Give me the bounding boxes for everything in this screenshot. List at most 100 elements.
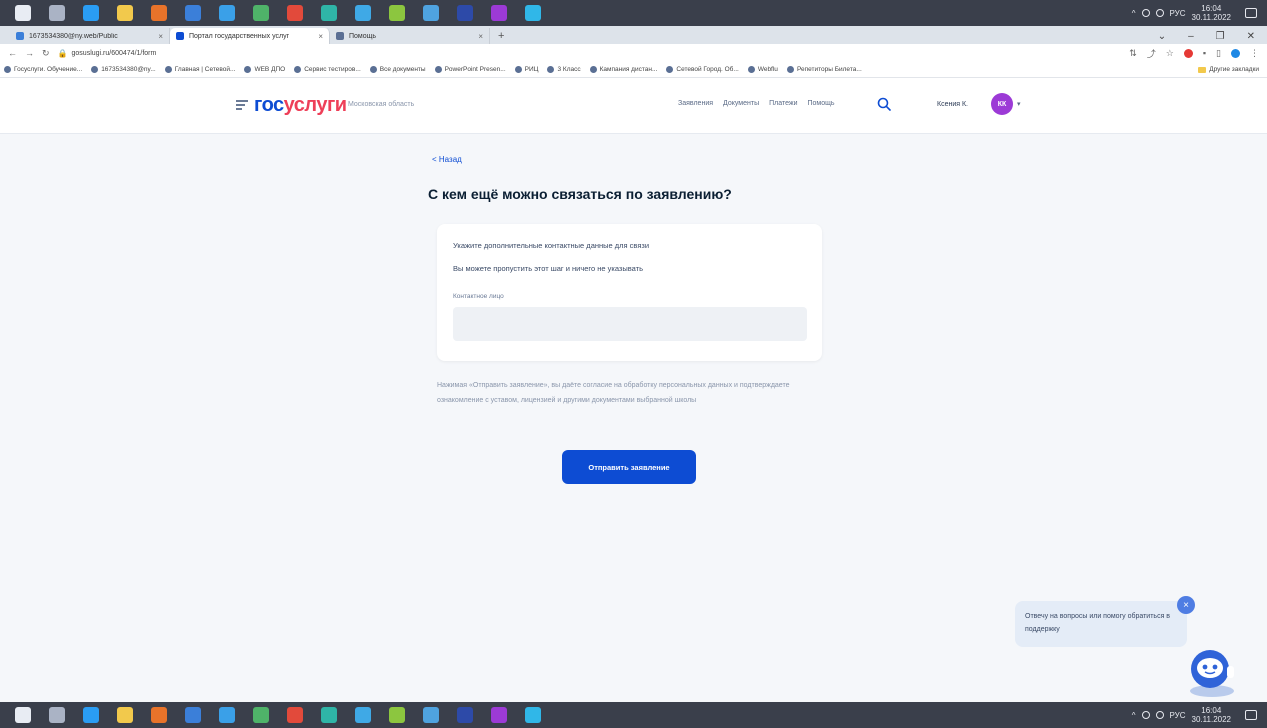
app-icon-teal[interactable]: [321, 707, 337, 723]
back-link[interactable]: < Назад: [432, 155, 462, 164]
profile-icon[interactable]: [1231, 48, 1240, 58]
url-field[interactable]: gosuslugi.ru/600474/1/form: [72, 50, 157, 57]
tab-close-icon[interactable]: ×: [158, 32, 163, 41]
app-icon-green[interactable]: [253, 5, 269, 21]
windows-start-icon[interactable]: [15, 707, 31, 723]
network-icon[interactable]: [1141, 9, 1150, 17]
windows-start-icon[interactable]: [15, 5, 31, 21]
search-icon[interactable]: [49, 707, 65, 723]
chrome-icon[interactable]: [83, 5, 99, 21]
nav-link[interactable]: Заявления: [678, 100, 713, 107]
browser-tab[interactable]: Портал государственных услуг ×: [170, 28, 330, 44]
bookmark-item[interactable]: PowerPoint Presen...: [434, 66, 506, 73]
bookmark-item[interactable]: 1673534380@ny...: [91, 66, 156, 73]
bookmark-item[interactable]: Репетиторы Билета...: [786, 66, 862, 73]
nav-link[interactable]: Платежи: [769, 100, 797, 107]
user-name[interactable]: Ксения К.: [937, 101, 968, 108]
telegram-icon[interactable]: [355, 5, 371, 21]
app-icon-navy[interactable]: [457, 707, 473, 723]
app-icon-purple[interactable]: [491, 707, 507, 723]
contact-person-input[interactable]: [453, 307, 807, 341]
translate-icon[interactable]: ⇅: [1129, 48, 1137, 59]
bookmark-favicon-icon: [164, 66, 172, 73]
notification-icon[interactable]: [1245, 8, 1257, 18]
app-icon-cyan[interactable]: [525, 5, 541, 21]
search-icon[interactable]: [877, 97, 891, 111]
edge-icon[interactable]: [219, 707, 235, 723]
browser-tab[interactable]: Помощь ×: [330, 28, 490, 44]
app-icon-cyan[interactable]: [525, 707, 541, 723]
tray-lang[interactable]: РУС: [1170, 711, 1186, 720]
chat-robot-icon[interactable]: [1184, 644, 1240, 698]
app-icon-lime[interactable]: [389, 707, 405, 723]
tab-close-icon[interactable]: ×: [478, 32, 483, 41]
chevron-down-icon[interactable]: ▾: [1017, 100, 1021, 108]
bookmark-item[interactable]: WEB ДПО: [244, 66, 285, 73]
sidebar-icon[interactable]: ▯: [1216, 48, 1221, 59]
avatar[interactable]: КК: [991, 93, 1013, 115]
app-icon-red[interactable]: [287, 5, 303, 21]
bookmark-star-icon[interactable]: ☆: [1166, 48, 1174, 59]
search-icon[interactable]: [49, 5, 65, 21]
bookmark-item[interactable]: Главная | Сетевой...: [164, 66, 235, 73]
network-icon[interactable]: [1141, 711, 1150, 719]
bookmark-item[interactable]: Сетевой Город. Об...: [666, 66, 739, 73]
bookmark-item[interactable]: Сервис тестиров...: [294, 66, 361, 73]
new-tab-button[interactable]: +: [498, 30, 504, 42]
bookmark-item[interactable]: Webflu: [747, 66, 778, 73]
tray-lang[interactable]: РУС: [1170, 9, 1186, 18]
reload-icon[interactable]: ↻: [42, 48, 50, 59]
app-icon-blue[interactable]: [185, 707, 201, 723]
app-icon-teal[interactable]: [321, 5, 337, 21]
close-window-icon[interactable]: ✕: [1247, 31, 1255, 42]
share-icon[interactable]: ⤴: [1147, 47, 1156, 60]
tray-chevron-icon[interactable]: ^: [1132, 711, 1136, 720]
tab-close-icon[interactable]: ×: [318, 32, 323, 41]
back-arrow-icon[interactable]: ←: [8, 48, 17, 58]
tray-chevron-icon[interactable]: ^: [1132, 9, 1136, 18]
bookmark-item[interactable]: РИЦ: [514, 66, 538, 73]
app-icon-sky[interactable]: [423, 5, 439, 21]
chat-prompt-bubble[interactable]: Отвечу на вопросы или помогу обратиться …: [1015, 601, 1187, 647]
app-icon-orange[interactable]: [151, 5, 167, 21]
app-icon-green[interactable]: [253, 707, 269, 723]
menu-dots-icon[interactable]: ⋮: [1250, 48, 1259, 59]
telegram-icon[interactable]: [355, 707, 371, 723]
notification-icon[interactable]: [1245, 710, 1257, 720]
region-selector[interactable]: Московская область: [348, 101, 414, 108]
bookmark-item[interactable]: 3 Класс: [547, 66, 581, 73]
tab-search-icon[interactable]: ⌄: [1158, 31, 1166, 42]
explorer-icon[interactable]: [117, 5, 133, 21]
nav-link[interactable]: Документы: [723, 100, 759, 107]
app-icon-purple[interactable]: [491, 5, 507, 21]
submit-application-button[interactable]: Отправить заявление: [562, 450, 696, 484]
app-icon-navy[interactable]: [457, 5, 473, 21]
tray-clock[interactable]: 16:04 30.11.2022: [1192, 4, 1231, 22]
chat-close-icon[interactable]: ×: [1177, 596, 1195, 614]
chrome-icon[interactable]: [83, 707, 99, 723]
volume-icon[interactable]: [1155, 9, 1164, 17]
gosuslugi-logo[interactable]: госуслуги: [254, 94, 347, 117]
forward-arrow-icon[interactable]: →: [25, 48, 34, 58]
app-icon-sky[interactable]: [423, 707, 439, 723]
bookmark-item[interactable]: Кампания дистан...: [589, 66, 657, 73]
bookmark-item[interactable]: Госуслуги. Обучение...: [4, 66, 82, 73]
extension-puzzle-icon[interactable]: ▪: [1203, 48, 1206, 58]
explorer-icon[interactable]: [117, 707, 133, 723]
edge-icon[interactable]: [219, 5, 235, 21]
restore-icon[interactable]: ❐: [1216, 31, 1225, 42]
nav-link[interactable]: Помощь: [808, 100, 835, 107]
contact-card: Укажите дополнительные контактные данные…: [437, 224, 822, 361]
volume-icon[interactable]: [1155, 711, 1164, 719]
menu-icon[interactable]: [236, 100, 248, 110]
minimize-icon[interactable]: –: [1188, 31, 1194, 42]
browser-tab[interactable]: 1673534380@ny.web/Public ×: [10, 28, 170, 44]
tray-clock[interactable]: 16:04 30.11.2022: [1192, 706, 1231, 724]
app-icon-orange[interactable]: [151, 707, 167, 723]
extension-red-icon[interactable]: [1183, 48, 1193, 58]
app-icon-blue[interactable]: [185, 5, 201, 21]
bookmark-item[interactable]: Все документы: [369, 66, 426, 73]
other-bookmarks[interactable]: Другие закладки: [1198, 66, 1263, 73]
app-icon-lime[interactable]: [389, 5, 405, 21]
app-icon-red[interactable]: [287, 707, 303, 723]
